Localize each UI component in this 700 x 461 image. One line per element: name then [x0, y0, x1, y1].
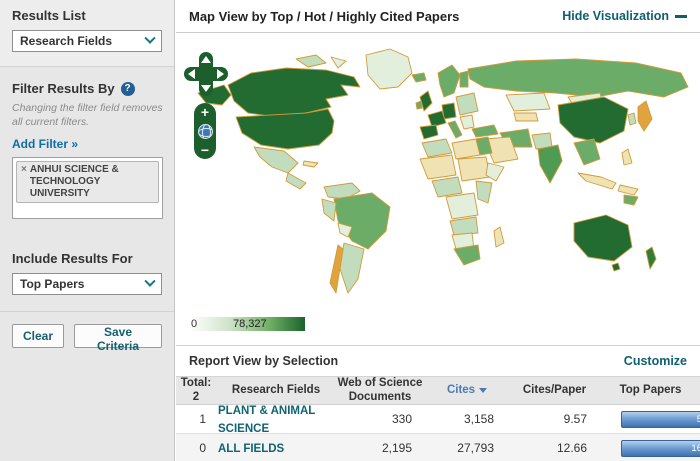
- top-papers-cell: 16: [601, 434, 700, 461]
- legend-min-value: 0: [191, 318, 197, 330]
- include-results-section: Include Results For Top Papers: [0, 243, 174, 312]
- row-index: 1: [176, 412, 216, 426]
- legend-max-value: 78,327: [233, 318, 267, 330]
- add-filter-link[interactable]: Add Filter »: [12, 137, 162, 151]
- zoom-control: + −: [194, 103, 216, 159]
- filter-note: Changing the filter field removes all cu…: [12, 102, 164, 129]
- sidebar-buttons: Clear Save Criteria: [0, 312, 174, 360]
- sort-caret-down-icon: [479, 388, 487, 393]
- research-field-link[interactable]: ALL FIELDS: [218, 443, 284, 455]
- minus-icon: [675, 15, 687, 18]
- zoom-in-button[interactable]: +: [201, 107, 209, 117]
- docs-value: 2,195: [334, 441, 426, 455]
- column-header-cites-per-paper[interactable]: Cites/Paper: [508, 384, 601, 397]
- top-papers-bar[interactable]: 5: [621, 411, 700, 428]
- total-label: Total:: [176, 377, 216, 390]
- save-criteria-button[interactable]: Save Criteria: [74, 324, 162, 348]
- cites-value: 3,158: [426, 412, 508, 426]
- report-header: Report View by Selection Customize: [176, 345, 700, 376]
- pan-control[interactable]: [183, 51, 229, 97]
- results-list-section: Results List Research Fields: [0, 0, 174, 67]
- cites-header-label: Cites: [447, 384, 475, 397]
- column-header-wos-documents[interactable]: Web of Science Documents: [334, 377, 426, 403]
- docs-value: 330: [334, 412, 426, 426]
- help-icon[interactable]: ?: [121, 82, 135, 96]
- total-count: Total: 2: [176, 377, 216, 403]
- cites-value: 27,793: [426, 441, 508, 455]
- include-results-dropdown[interactable]: Top Papers: [12, 273, 162, 295]
- customize-link[interactable]: Customize: [624, 354, 687, 368]
- active-filters-box: × ANHUI SCIENCE & TECHNOLOGY UNIVERSITY: [12, 157, 163, 219]
- map-controls: + −: [183, 51, 229, 159]
- top-papers-bar[interactable]: 16: [621, 440, 700, 457]
- zoom-out-button[interactable]: −: [201, 145, 209, 155]
- table-row: 0 ALL FIELDS 2,195 27,793 12.66 16: [176, 434, 700, 461]
- top-papers-cell: 5: [601, 405, 700, 434]
- hide-visualization-link[interactable]: Hide Visualization: [562, 9, 687, 23]
- chevron-down-icon: [144, 276, 155, 287]
- chevron-down-icon: [144, 33, 155, 44]
- total-value: 2: [176, 391, 216, 404]
- filter-tag-label: ANHUI SCIENCE & TECHNOLOGY UNIVERSITY: [30, 164, 154, 200]
- column-header-research-fields[interactable]: Research Fields: [216, 384, 334, 397]
- results-list-label: Results List: [12, 8, 162, 23]
- column-header-top-papers[interactable]: Top Papers: [601, 384, 700, 397]
- hide-visualization-label: Hide Visualization: [562, 9, 669, 23]
- filter-section: Filter Results By ? Changing the filter …: [0, 67, 174, 229]
- column-header-cites[interactable]: Cites: [426, 384, 508, 397]
- map-area: + − 0 78,327: [176, 33, 700, 345]
- results-list-value: Research Fields: [20, 34, 112, 48]
- filter-section-title: Filter Results By: [12, 81, 115, 96]
- cites-per-paper-value: 12.66: [508, 441, 601, 455]
- table-row: 1 PLANT & ANIMAL SCIENCE 330 3,158 9.57 …: [176, 405, 700, 434]
- cites-per-paper-value: 9.57: [508, 412, 601, 426]
- report-table: Total: 2 Research Fields Web of Science …: [176, 376, 700, 461]
- map-header: Map View by Top / Hot / Highly Cited Pap…: [176, 0, 700, 33]
- include-results-label: Include Results For: [12, 251, 162, 266]
- world-map[interactable]: [176, 35, 700, 315]
- filter-tag[interactable]: × ANHUI SCIENCE & TECHNOLOGY UNIVERSITY: [16, 161, 159, 203]
- results-list-dropdown[interactable]: Research Fields: [12, 30, 162, 52]
- page: Results List Research Fields Filter Resu…: [0, 0, 700, 461]
- main-panel: Map View by Top / Hot / Highly Cited Pap…: [176, 0, 700, 461]
- report-view-title: Report View by Selection: [189, 354, 338, 368]
- include-results-value: Top Papers: [20, 277, 84, 291]
- top-papers-value: 16: [691, 443, 700, 454]
- research-field-link[interactable]: PLANT & ANIMAL SCIENCE: [218, 405, 315, 435]
- map-legend: 0 78,327: [189, 317, 349, 331]
- globe-icon[interactable]: [198, 124, 213, 139]
- sidebar: Results List Research Fields Filter Resu…: [0, 0, 175, 461]
- row-index: 0: [176, 441, 216, 455]
- map-view-title: Map View by Top / Hot / Highly Cited Pap…: [189, 9, 459, 24]
- clear-button[interactable]: Clear: [12, 324, 64, 348]
- remove-filter-icon[interactable]: ×: [21, 164, 27, 176]
